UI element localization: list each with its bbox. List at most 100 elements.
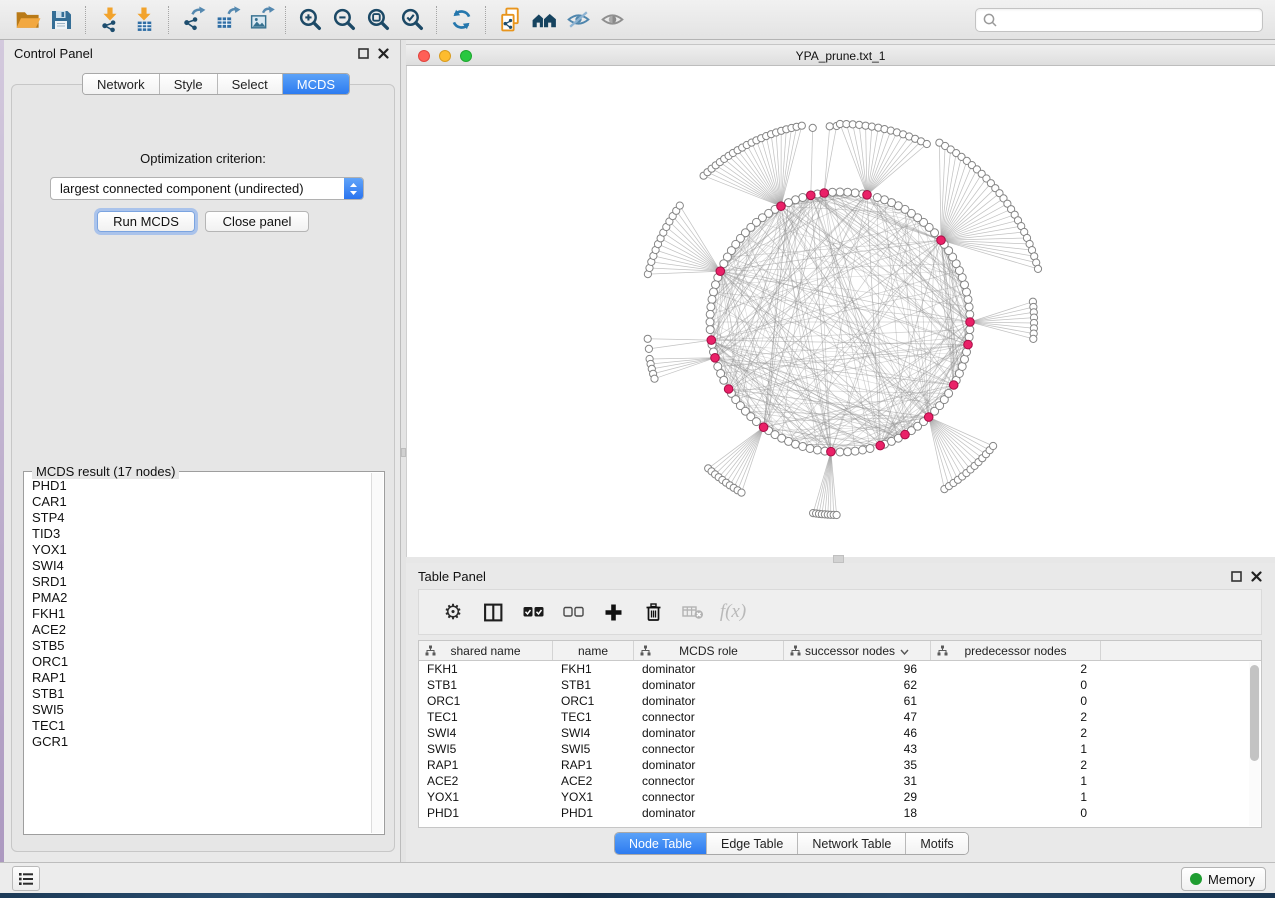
mcds-result-item[interactable]: RAP1 — [32, 670, 371, 686]
table-row[interactable]: ACE2ACE2connector311 — [419, 773, 1261, 789]
column-header-successor-nodes[interactable]: successor nodes — [784, 641, 931, 660]
mcds-result-item[interactable]: ORC1 — [32, 654, 371, 670]
cell-predecessor-nodes[interactable]: 0 — [931, 677, 1101, 693]
save-session-icon[interactable] — [44, 3, 78, 37]
open-file-icon[interactable] — [10, 3, 44, 37]
cell-predecessor-nodes[interactable]: 2 — [931, 709, 1101, 725]
cell-mcds-role[interactable]: connector — [634, 709, 784, 725]
column-header-name[interactable]: name — [553, 641, 634, 660]
tab-style[interactable]: Style — [160, 74, 218, 94]
cell-name[interactable]: YOX1 — [553, 789, 634, 805]
mcds-result-item[interactable]: YOX1 — [32, 542, 371, 558]
cell-mcds-role[interactable]: dominator — [634, 693, 784, 709]
table-settings-icon[interactable]: ⚙ — [433, 594, 473, 630]
cell-name[interactable]: ACE2 — [553, 773, 634, 789]
cell-successor-nodes[interactable]: 35 — [784, 757, 931, 773]
mcds-result-list[interactable]: PHD1CAR1STP4TID3YOX1SWI4SRD1PMA2FKH1ACE2… — [25, 473, 371, 833]
cell-shared-name[interactable]: SWI5 — [419, 741, 553, 757]
column-header-predecessor-nodes[interactable]: predecessor nodes — [931, 641, 1101, 660]
fit-content-icon[interactable] — [361, 3, 395, 37]
cell-shared-name[interactable]: YOX1 — [419, 789, 553, 805]
cell-shared-name[interactable]: SWI4 — [419, 725, 553, 741]
mcds-result-item[interactable]: SRD1 — [32, 574, 371, 590]
mcds-result-item[interactable]: PMA2 — [32, 590, 371, 606]
mcds-result-item[interactable]: CAR1 — [32, 494, 371, 510]
table-row[interactable]: SWI4SWI4dominator462 — [419, 725, 1261, 741]
table-tab-edge-table[interactable]: Edge Table — [707, 833, 798, 854]
table-row[interactable]: PHD1PHD1dominator180 — [419, 805, 1261, 821]
cell-predecessor-nodes[interactable]: 0 — [931, 805, 1101, 821]
mcds-result-item[interactable]: GCR1 — [32, 734, 371, 750]
table-scrollbar[interactable] — [1249, 662, 1260, 826]
mcds-result-item[interactable]: TID3 — [32, 526, 371, 542]
import-table-icon[interactable] — [127, 3, 161, 37]
cell-shared-name[interactable]: ORC1 — [419, 693, 553, 709]
tab-select[interactable]: Select — [218, 74, 283, 94]
tab-network[interactable]: Network — [83, 74, 160, 94]
zoom-in-icon[interactable] — [293, 3, 327, 37]
cell-shared-name[interactable]: ACE2 — [419, 773, 553, 789]
table-row[interactable]: ORC1ORC1dominator610 — [419, 693, 1261, 709]
mcds-list-scrollbar[interactable] — [371, 473, 383, 833]
cell-name[interactable]: PHD1 — [553, 805, 634, 821]
cell-successor-nodes[interactable]: 61 — [784, 693, 931, 709]
mcds-result-item[interactable]: STB5 — [32, 638, 371, 654]
add-column-icon[interactable] — [593, 594, 633, 630]
column-header-shared-name[interactable]: shared name — [419, 641, 553, 660]
cell-successor-nodes[interactable]: 46 — [784, 725, 931, 741]
cell-predecessor-nodes[interactable]: 2 — [931, 757, 1101, 773]
mcds-result-item[interactable]: TEC1 — [32, 718, 371, 734]
table-row[interactable]: YOX1YOX1connector291 — [419, 789, 1261, 805]
mcds-result-item[interactable]: SWI5 — [32, 702, 371, 718]
network-canvas[interactable] — [406, 66, 1275, 557]
column-header-mcds-role[interactable]: MCDS role — [634, 641, 784, 660]
cell-successor-nodes[interactable]: 47 — [784, 709, 931, 725]
table-row[interactable]: RAP1RAP1dominator352 — [419, 757, 1261, 773]
table-tab-motifs[interactable]: Motifs — [906, 833, 967, 854]
close-panel-icon[interactable] — [1250, 570, 1263, 583]
close-panel-icon[interactable] — [377, 47, 390, 60]
apply-layout-icon[interactable] — [444, 3, 478, 37]
run-mcds-button[interactable]: Run MCDS — [97, 211, 195, 232]
cell-shared-name[interactable]: RAP1 — [419, 757, 553, 773]
cell-name[interactable]: ORC1 — [553, 693, 634, 709]
cell-successor-nodes[interactable]: 62 — [784, 677, 931, 693]
cell-shared-name[interactable]: TEC1 — [419, 709, 553, 725]
network-graph[interactable] — [407, 66, 1275, 557]
table-tab-node-table[interactable]: Node Table — [615, 833, 707, 854]
zoom-selected-icon[interactable] — [395, 3, 429, 37]
network-view-titlebar[interactable]: YPA_prune.txt_1 — [406, 44, 1275, 66]
hide-selected-icon[interactable] — [561, 3, 595, 37]
deselect-all-rows-icon[interactable] — [553, 594, 593, 630]
zoom-out-icon[interactable] — [327, 3, 361, 37]
export-table-icon[interactable] — [210, 3, 244, 37]
cell-successor-nodes[interactable]: 18 — [784, 805, 931, 821]
search-box[interactable] — [975, 8, 1263, 32]
cell-mcds-role[interactable]: dominator — [634, 757, 784, 773]
cell-shared-name[interactable]: PHD1 — [419, 805, 553, 821]
mcds-result-item[interactable]: FKH1 — [32, 606, 371, 622]
cell-mcds-role[interactable]: dominator — [634, 661, 784, 677]
table-row[interactable]: FKH1FKH1dominator962 — [419, 661, 1261, 677]
table-row[interactable]: TEC1TEC1connector472 — [419, 709, 1261, 725]
optimization-criterion-select[interactable]: largest connected component (undirected) — [50, 177, 364, 200]
table-row[interactable]: SWI5SWI5connector431 — [419, 741, 1261, 757]
table-tab-network-table[interactable]: Network Table — [798, 833, 906, 854]
mcds-result-item[interactable]: STB1 — [32, 686, 371, 702]
cell-predecessor-nodes[interactable]: 1 — [931, 741, 1101, 757]
select-all-rows-icon[interactable] — [513, 594, 553, 630]
cell-name[interactable]: SWI4 — [553, 725, 634, 741]
export-image-icon[interactable] — [244, 3, 278, 37]
cell-name[interactable]: STB1 — [553, 677, 634, 693]
cell-successor-nodes[interactable]: 96 — [784, 661, 931, 677]
cell-mcds-role[interactable]: dominator — [634, 725, 784, 741]
cell-name[interactable]: FKH1 — [553, 661, 634, 677]
mcds-result-item[interactable]: STP4 — [32, 510, 371, 526]
import-network-icon[interactable] — [93, 3, 127, 37]
cell-mcds-role[interactable]: dominator — [634, 805, 784, 821]
cell-mcds-role[interactable]: connector — [634, 773, 784, 789]
cell-shared-name[interactable]: FKH1 — [419, 661, 553, 677]
float-panel-icon[interactable] — [357, 47, 370, 60]
cell-predecessor-nodes[interactable]: 2 — [931, 661, 1101, 677]
tab-mcds[interactable]: MCDS — [283, 74, 349, 94]
